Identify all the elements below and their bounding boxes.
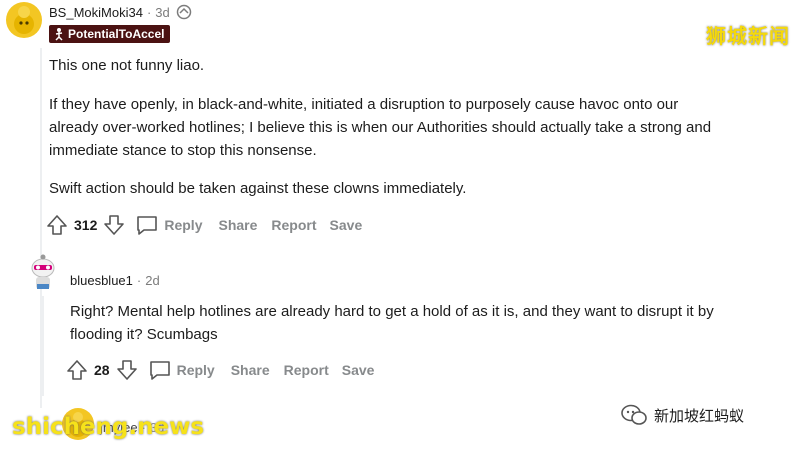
thread-line[interactable] [42,296,44,396]
reply-label: Reply [164,217,203,233]
comment-bubble-icon [137,216,158,235]
flair-text: PotentialToAccel [68,27,165,41]
watermark-top-right: 狮城新闻 [706,24,790,48]
comment-line: already over-worked hotlines; I believe … [49,119,712,136]
comment-time[interactable]: 3d [155,5,169,20]
comment-bubble-icon [149,361,170,380]
report-button[interactable]: Report [271,217,316,233]
avatar-snoo-icon [31,254,55,289]
reply-button[interactable]: Reply [135,214,202,236]
comment-action-bar: 28 Reply Share Report Save [66,357,374,383]
reply-button[interactable]: Reply [148,359,215,381]
report-button[interactable]: Report [284,362,329,378]
vote-count: 28 [94,362,110,378]
comment-line: If they have openly, in black-and-white,… [49,96,679,113]
share-button[interactable]: Share [218,217,257,233]
comment-action-bar: 312 Reply Share Report Save [46,212,362,238]
watermark-site: shicheng.news [12,414,205,440]
save-button[interactable]: Save [330,217,363,233]
comment-line: immediate stance to stop this nonsense. [49,142,317,159]
upvote-icon[interactable] [46,213,68,237]
comment-paragraph: This one not funny liao. [49,57,205,74]
save-button[interactable]: Save [342,362,375,378]
avatar[interactable] [6,2,42,38]
wechat-icon [621,404,647,425]
edited-icon [176,4,191,20]
meta-separator: · [136,273,142,288]
watermark-wechat: 新加坡红蚂蚁 [620,403,744,427]
share-button[interactable]: Share [231,362,270,378]
downvote-icon[interactable] [116,358,138,382]
comment-line: Right? Mental help hotlines are already … [70,303,714,320]
avatar-snoo-icon [14,6,34,34]
comment-time[interactable]: 2d [145,273,159,288]
vote-count: 312 [74,217,98,233]
meta-separator: · [146,4,152,20]
flair-figure-icon [55,28,63,41]
wechat-account-name: 新加坡红蚂蚁 [654,406,745,425]
downvote-icon[interactable] [103,213,125,237]
reply-label: Reply [176,362,215,378]
comment-paragraph: Swift action should be taken against the… [49,180,467,197]
avatar[interactable] [26,252,60,292]
comment-line: flooding it? Scumbags [70,326,218,343]
comment-username[interactable]: BS_MokiMoki34 [49,5,143,20]
comment-username[interactable]: bluesblue1 [70,273,133,288]
user-flair: PotentialToAccel [49,25,171,43]
upvote-icon[interactable] [66,358,88,382]
